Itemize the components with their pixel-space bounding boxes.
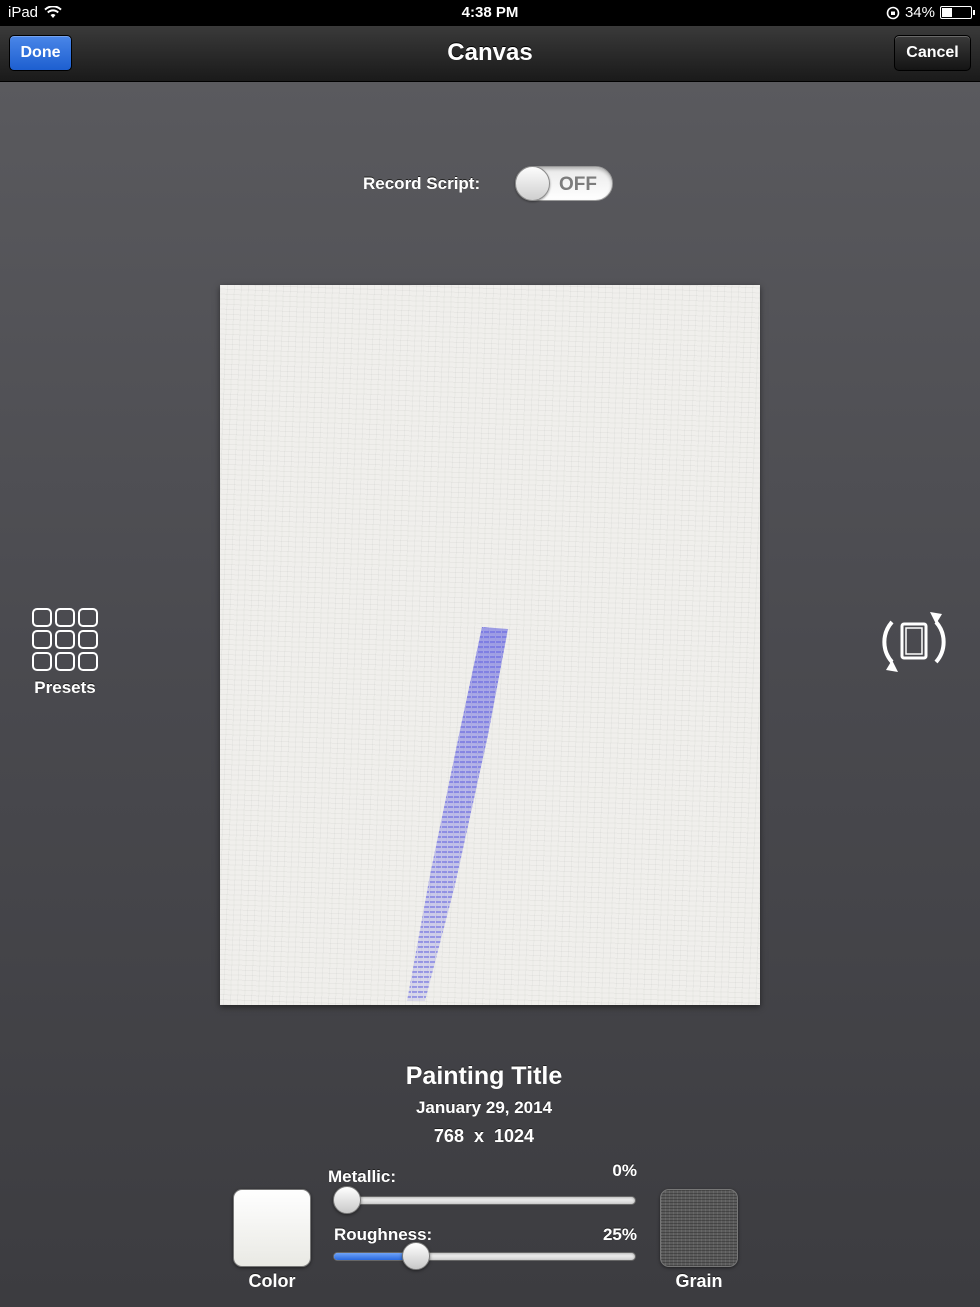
toggle-knob bbox=[515, 166, 550, 201]
metallic-slider[interactable] bbox=[333, 1196, 636, 1205]
toggle-state: OFF bbox=[559, 174, 597, 195]
presets-grid-icon bbox=[32, 608, 98, 671]
metallic-value: 0% bbox=[612, 1161, 637, 1180]
color-label: Color bbox=[248, 1271, 296, 1291]
battery-icon bbox=[940, 6, 975, 19]
painting-dimensions: 768 x 1024 bbox=[0, 1126, 974, 1147]
color-swatch[interactable] bbox=[233, 1189, 311, 1267]
roughness-value: 25% bbox=[602, 1225, 637, 1244]
painting-date: January 29, 2014 bbox=[415, 1098, 553, 1117]
battery-percent: 34% bbox=[904, 4, 935, 21]
grain-label: Grain bbox=[675, 1271, 723, 1291]
status-time: 4:38 PM bbox=[461, 4, 519, 21]
rotate-canvas-icon[interactable] bbox=[878, 606, 950, 678]
metallic-thumb[interactable] bbox=[333, 1186, 361, 1214]
record-script-toggle[interactable]: OFF bbox=[515, 166, 613, 201]
painting-width: 768 bbox=[433, 1126, 464, 1146]
status-bar: iPad 4:38 PM 34% bbox=[0, 0, 980, 26]
navigation-bar: Done Canvas Cancel bbox=[0, 26, 980, 82]
grain-control[interactable]: Grain bbox=[660, 1189, 738, 1291]
roughness-slider[interactable] bbox=[333, 1252, 636, 1261]
roughness-thumb[interactable] bbox=[401, 1242, 430, 1270]
battery-fill bbox=[942, 8, 953, 17]
brush-stroke bbox=[407, 627, 508, 1001]
cancel-button[interactable]: Cancel bbox=[894, 35, 971, 71]
grain-swatch[interactable] bbox=[660, 1189, 738, 1267]
canvas-preview[interactable] bbox=[220, 285, 760, 1005]
metallic-label: Metallic: bbox=[328, 1167, 397, 1186]
painting-title[interactable]: Painting Title bbox=[0, 1062, 974, 1091]
record-script-row: Record Script: OFF bbox=[0, 166, 980, 202]
record-script-label: Record Script: bbox=[363, 174, 481, 193]
presets-button[interactable]: Presets bbox=[30, 608, 100, 698]
dimension-separator: x bbox=[473, 1126, 484, 1146]
color-control[interactable]: Color bbox=[233, 1189, 311, 1291]
rotation-lock-icon bbox=[886, 6, 900, 19]
presets-label: Presets bbox=[34, 678, 96, 697]
painting-height: 1024 bbox=[494, 1126, 535, 1146]
page-title: Canvas bbox=[447, 39, 533, 66]
